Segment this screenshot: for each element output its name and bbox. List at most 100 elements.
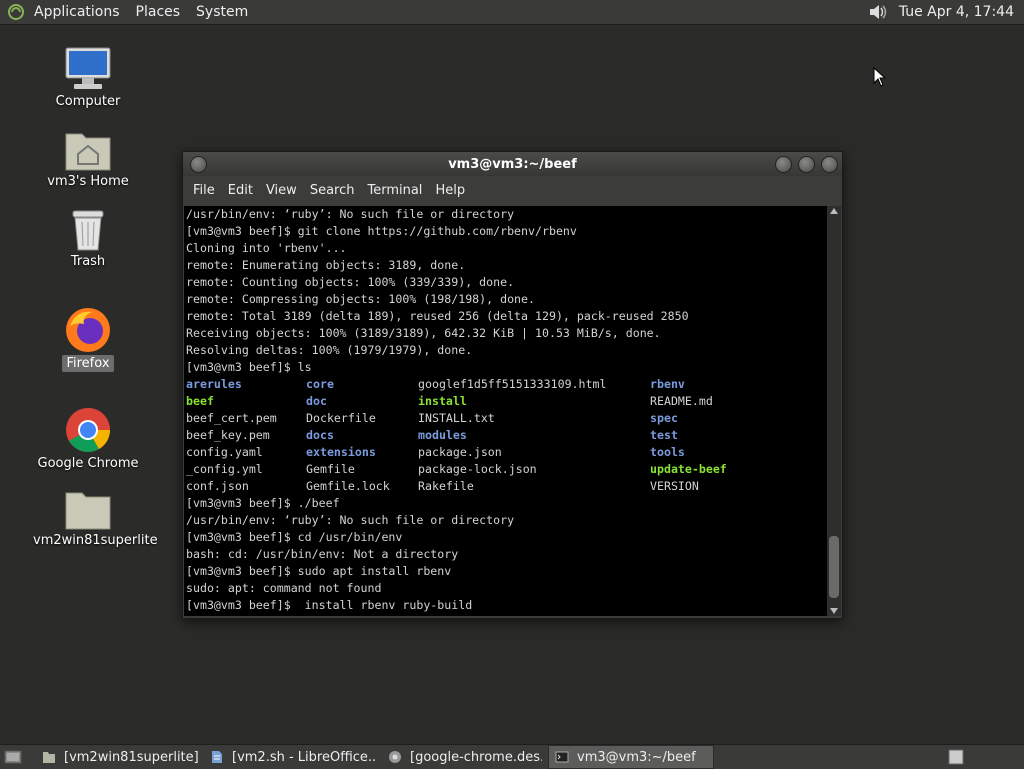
terminal-window[interactable]: vm3@vm3:~/beef File Edit View Search Ter… (182, 151, 843, 619)
ls-output-row: conf.json Gemfile.lock Rakefile VERSION (186, 478, 825, 495)
ls-entry: Gemfile (306, 462, 355, 476)
terminal-scrollbar[interactable] (827, 206, 841, 616)
ls-entry: package-lock.json (418, 462, 537, 476)
ls-entry: beef (186, 394, 214, 408)
ls-entry: tools (650, 445, 685, 459)
ls-entry: arerules (186, 377, 242, 391)
ls-entry: package.json (418, 445, 502, 459)
ls-entry: beef_cert.pem (186, 411, 277, 425)
ls-entry: rbenv (650, 377, 685, 391)
menu-edit[interactable]: Edit (228, 183, 253, 198)
taskbar-item[interactable]: [vm2.sh - LibreOffice... (204, 746, 376, 768)
terminal-line: [vm3@vm3 beef]$ ./beef (186, 496, 340, 510)
ls-output-row: _config.yml Gemfile package-lock.json updat… (186, 461, 825, 478)
terminal-line: /usr/bin/env: ‘ruby’: No such file or di… (186, 207, 515, 221)
terminal-icon (555, 751, 569, 763)
terminal-menubar: File Edit View Search Terminal Help (183, 177, 842, 204)
window-title: vm3@vm3:~/beef (448, 156, 577, 172)
close-button[interactable] (821, 156, 838, 173)
taskbar-item[interactable]: [vm2win81superlite] (36, 746, 198, 768)
menu-search[interactable]: Search (310, 183, 355, 198)
desktop-icon-label: vm2win81superlite (33, 533, 158, 548)
menu-view[interactable]: View (266, 183, 297, 198)
ls-entry: Rakefile (418, 479, 474, 493)
window-titlebar[interactable]: vm3@vm3:~/beef (183, 152, 842, 176)
ls-entry: extensions (306, 445, 376, 459)
desktop-icon-home[interactable]: vm3's Home (33, 128, 143, 189)
scroll-down-arrow-icon[interactable] (830, 608, 838, 614)
maximize-button[interactable] (798, 156, 815, 173)
terminal-line: Resolving deltas: 100% (1979/1979), done… (186, 343, 473, 357)
clock[interactable]: Tue Apr 4, 17:44 (899, 4, 1014, 20)
taskbar-item[interactable]: [google-chrome.des... (382, 746, 542, 768)
terminal-line: bash: cd: /usr/bin/env: Not a directory (186, 547, 459, 561)
terminal-line: [vm3@vm3 beef]$ cd /usr/bin/env (186, 530, 403, 544)
terminal-line: remote: Compressing objects: 100% (198/1… (186, 292, 536, 306)
ls-entry: beef_key.pem (186, 428, 270, 442)
top-panel: Applications Places System Tue Apr 4, 17… (0, 0, 1024, 25)
terminal-line: Receiving objects: 100% (3189/3189), 642… (186, 326, 661, 340)
ls-entry: googlef1d5ff5151333109.html (418, 377, 607, 391)
desktop-icon-chrome[interactable]: Google Chrome (33, 406, 143, 471)
places-menu[interactable]: Places (136, 4, 181, 20)
bottom-panel: [vm2win81superlite] [vm2.sh - LibreOffic… (0, 744, 1024, 769)
terminal-line: remote: Enumerating objects: 3189, done. (186, 258, 466, 272)
desktop-icon-label: Computer (55, 94, 121, 109)
workspace-switcher-icon[interactable] (948, 749, 964, 765)
ls-output-row: arerules core googlef1d5ff5151333109.html r… (186, 376, 825, 393)
desktop-icon-vm2win81superlite[interactable]: vm2win81superlite (33, 489, 158, 548)
ls-output-row: config.yaml extensions package.json tools (186, 444, 825, 461)
applications-menu[interactable]: Applications (34, 4, 120, 20)
desktop-icon-trash[interactable]: Trash (33, 208, 143, 269)
ls-entry: _config.yml (186, 462, 263, 476)
terminal-output[interactable]: /usr/bin/env: ‘ruby’: No such file or di… (184, 206, 827, 616)
folder-icon (43, 752, 55, 763)
ls-entry: test (650, 428, 678, 442)
scroll-thumb[interactable] (829, 536, 839, 598)
ls-entry: config.yaml (186, 445, 263, 459)
computer-icon (65, 47, 111, 89)
terminal-line: Cloning into 'rbenv'... (186, 241, 347, 255)
mate-logo-icon[interactable] (6, 3, 26, 21)
mouse-pointer-icon (873, 67, 887, 87)
desktop-icon-label: Trash (70, 254, 106, 269)
menu-terminal[interactable]: Terminal (367, 183, 422, 198)
firefox-icon (66, 308, 110, 352)
ls-entry: VERSION (650, 479, 699, 493)
desktop-icon-label: Google Chrome (37, 456, 139, 471)
terminal-line: [vm3@vm3 beef]$ install rbenv ruby-build (186, 598, 473, 612)
show-desktop-icon[interactable] (4, 749, 22, 765)
menu-help[interactable]: Help (435, 183, 465, 198)
terminal-text: /usr/bin/env: ‘ruby’: No such file or di… (184, 206, 827, 614)
ls-output-row: beef_key.pem docs modules test (186, 427, 825, 444)
ls-entry: install (418, 394, 467, 408)
trash-icon (72, 210, 104, 251)
taskbar-item-label: vm3@vm3:~/beef (577, 749, 696, 765)
terminal-line: /usr/bin/env: ‘ruby’: No such file or di… (186, 513, 515, 527)
ls-entry: doc (306, 394, 327, 408)
ls-entry: INSTALL.txt (418, 411, 495, 425)
terminal-line: [vm3@vm3 beef]$ ls (186, 360, 312, 374)
desktop-icon-label: vm3's Home (47, 174, 129, 189)
terminal-line: sudo: apt: command not found (186, 581, 382, 595)
desktop-icon-firefox[interactable]: Firefox (33, 306, 143, 372)
taskbar-item-label: [vm2.sh - LibreOffice... (232, 749, 376, 765)
desktop-icon-computer[interactable]: Computer (33, 46, 143, 109)
document-icon (212, 751, 222, 763)
scroll-up-arrow-icon[interactable] (830, 208, 838, 214)
folder-icon (65, 492, 111, 530)
ls-entry: README.md (650, 394, 713, 408)
terminal-line: remote: Total 3189 (delta 189), reused 2… (186, 309, 689, 323)
window-menu-button[interactable] (190, 156, 207, 173)
taskbar-item-active[interactable]: vm3@vm3:~/beef (548, 745, 714, 769)
system-menu[interactable]: System (196, 4, 248, 20)
terminal-line: remote: Counting objects: 100% (339/339)… (186, 275, 515, 289)
ls-output-row: beef doc install README.md (186, 393, 825, 410)
menu-file[interactable]: File (193, 183, 215, 198)
ls-entry: update-beef (650, 462, 727, 476)
ls-output-row: beef_cert.pem Dockerfile INSTALL.txt spec (186, 410, 825, 427)
minimize-button[interactable] (775, 156, 792, 173)
taskbar-item-label: [vm2win81superlite] (64, 749, 198, 765)
volume-icon[interactable] (867, 2, 889, 22)
ls-entry: conf.json (186, 479, 249, 493)
